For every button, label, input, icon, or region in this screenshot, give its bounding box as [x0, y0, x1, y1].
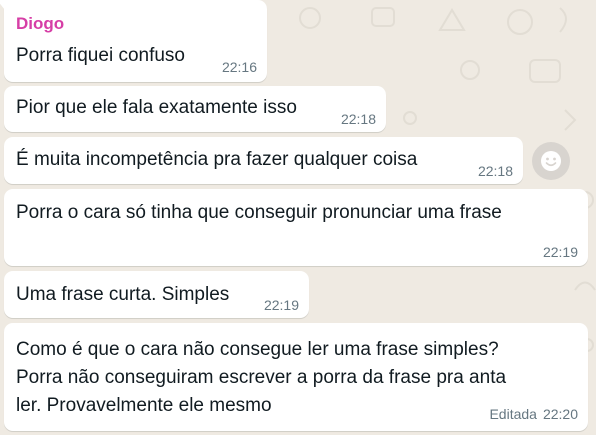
- message-text: Pior que ele fala exatamente isso: [16, 97, 297, 118]
- edited-label: Editada: [489, 406, 537, 422]
- message-bubble[interactable]: É muita incompetência pra fazer qualquer…: [4, 137, 523, 184]
- message-timestamp: 22:18: [340, 111, 376, 127]
- message-timestamp: 22:16: [221, 59, 257, 75]
- message-time: 22:20: [542, 406, 578, 422]
- message-text-line: ler. Provavelmente ele mesmo: [16, 395, 272, 416]
- sender-name[interactable]: Diogo: [16, 14, 64, 34]
- message-bubble[interactable]: Diogo Porra fiquei confuso 22:16: [0, 0, 267, 82]
- message-text-line: Porra não conseguiram escrever a porra d…: [16, 367, 507, 388]
- bubble-tail: [0, 0, 5, 10]
- message-timestamp: 22:18: [477, 163, 513, 179]
- message-bubble[interactable]: Como é que o cara não consegue ler uma f…: [4, 323, 588, 431]
- message-timestamp: 22:19: [542, 244, 578, 260]
- message-text-line: Como é que o cara não consegue ler uma f…: [16, 339, 499, 360]
- message-text: Uma frase curta. Simples: [16, 284, 230, 305]
- message-timestamp: Editada 22:20: [489, 406, 578, 422]
- message-timestamp: 22:19: [263, 297, 299, 313]
- message-text: Porra o cara só tinha que conseguir pron…: [16, 202, 502, 223]
- message-text: É muita incompetência pra fazer qualquer…: [16, 149, 418, 170]
- message-bubble[interactable]: Pior que ele fala exatamente isso 22:18: [4, 86, 386, 132]
- add-reaction-button[interactable]: [532, 142, 570, 180]
- message-text: Porra fiquei confuso: [16, 45, 185, 66]
- smiley-icon: [541, 151, 561, 171]
- message-bubble[interactable]: Uma frase curta. Simples 22:19: [4, 271, 309, 318]
- message-bubble[interactable]: Porra o cara só tinha que conseguir pron…: [4, 189, 588, 266]
